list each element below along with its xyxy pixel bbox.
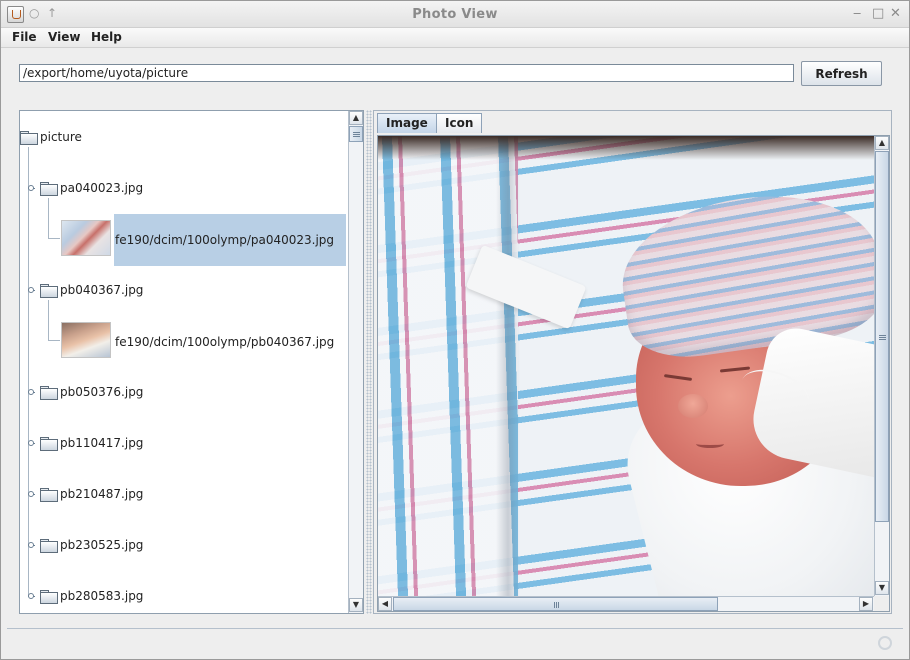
scroll-thumb[interactable] xyxy=(875,151,889,522)
tree-item-pb050376[interactable]: pb050376.jpg xyxy=(40,382,143,402)
title-bar: ○ ↑ Photo View ‒ □ ✕ xyxy=(1,1,909,28)
tree-item-pb280583[interactable]: pb280583.jpg xyxy=(40,586,143,606)
photo-nose xyxy=(678,394,708,418)
photo-thumbnail[interactable] xyxy=(61,220,111,256)
refresh-button[interactable]: Refresh xyxy=(801,61,882,86)
scrollbar-corner xyxy=(874,596,889,611)
scroll-down-icon[interactable]: ▼ xyxy=(875,581,889,595)
folder-icon xyxy=(40,284,58,298)
tree-item-label: pb040367.jpg xyxy=(60,283,144,297)
folder-icon xyxy=(40,386,58,400)
folder-icon xyxy=(40,539,58,553)
grip-line xyxy=(879,339,886,340)
tree-item-pb230525[interactable]: pb230525.jpg xyxy=(40,535,143,555)
tree-item-pb110417[interactable]: pb110417.jpg xyxy=(40,433,143,453)
scroll-up-icon[interactable]: ▲ xyxy=(875,136,889,150)
minimize-icon[interactable]: ‒ xyxy=(853,6,861,21)
menu-file[interactable]: File xyxy=(12,30,37,44)
photo-dark-edge xyxy=(378,136,874,160)
tree-guide-line xyxy=(28,147,29,597)
tree-item-label: pb050376.jpg xyxy=(60,385,144,399)
tree-vertical-scrollbar[interactable]: ▲ ▼ xyxy=(348,111,363,613)
status-separator xyxy=(7,628,903,629)
tree-leaf-pb040367[interactable]: fe190/dcim/100olymp/pb040367.jpg xyxy=(115,332,334,352)
menu-bar: File View Help xyxy=(1,28,909,48)
tree-item-label: pb230525.jpg xyxy=(60,538,144,552)
photo-view-window: ○ ↑ Photo View ‒ □ ✕ File View Help Refr… xyxy=(0,0,910,660)
image-viewport[interactable]: ▲ ▼ ◀ ▶ xyxy=(377,135,890,612)
viewer-tabbed-pane: Image Icon ▲ ▼ ◀ ▶ xyxy=(373,110,892,614)
scroll-thumb[interactable] xyxy=(349,126,363,142)
photo-preview xyxy=(378,136,874,596)
scroll-left-icon[interactable]: ◀ xyxy=(378,597,392,611)
file-tree[interactable]: picture pa040023.jpg fe190/dcim/100olymp… xyxy=(19,110,364,614)
grip-line xyxy=(353,136,360,137)
tab-image[interactable]: Image xyxy=(377,113,437,133)
tree-connector xyxy=(48,238,60,239)
expand-handle-icon[interactable] xyxy=(28,389,34,395)
folder-icon xyxy=(40,488,58,502)
expand-handle-icon[interactable] xyxy=(28,491,34,497)
grip-line xyxy=(879,335,886,336)
scroll-right-icon[interactable]: ▶ xyxy=(859,597,873,611)
photo-mouth xyxy=(696,440,724,448)
grip-line xyxy=(554,602,555,608)
window-title: Photo View xyxy=(412,7,498,22)
tree-item-label: pa040023.jpg xyxy=(60,181,144,195)
tree-item-label: pb280583.jpg xyxy=(60,589,144,603)
grip-line xyxy=(556,602,557,608)
tree-guide-line xyxy=(48,300,49,340)
tree-root-label: picture xyxy=(40,130,82,144)
grip-line xyxy=(879,337,886,338)
menu-view[interactable]: View xyxy=(48,30,80,44)
tree-guide-line xyxy=(48,198,49,238)
grip-line xyxy=(353,134,360,135)
tab-icon[interactable]: Icon xyxy=(436,113,483,133)
tree-leaf-pa040023[interactable]: fe190/dcim/100olymp/pa040023.jpg xyxy=(115,230,334,250)
folder-icon xyxy=(40,182,58,196)
tree-item-pb040367[interactable]: pb040367.jpg xyxy=(40,280,143,300)
scroll-down-icon[interactable]: ▼ xyxy=(349,598,363,612)
grip-line xyxy=(558,602,559,608)
menu-help[interactable]: Help xyxy=(91,30,122,44)
image-horizontal-scrollbar[interactable]: ◀ ▶ xyxy=(378,596,874,611)
scroll-up-icon[interactable]: ▲ xyxy=(349,111,363,125)
photo-shadow xyxy=(496,136,520,596)
photo-thumbnail[interactable] xyxy=(61,322,111,358)
folder-icon xyxy=(20,131,38,145)
folder-icon xyxy=(40,437,58,451)
tree-connector xyxy=(48,340,60,341)
image-vertical-scrollbar[interactable]: ▲ ▼ xyxy=(874,136,889,596)
split-pane-divider[interactable] xyxy=(366,110,372,614)
expand-handle-icon[interactable] xyxy=(28,185,34,191)
expand-handle-icon[interactable] xyxy=(28,542,34,548)
maximize-icon[interactable]: □ xyxy=(872,6,884,21)
tree-item-pa040023[interactable]: pa040023.jpg xyxy=(40,178,143,198)
expand-handle-icon[interactable] xyxy=(28,440,34,446)
tree-item-label: pb210487.jpg xyxy=(60,487,144,501)
close-icon[interactable]: ✕ xyxy=(890,6,901,21)
path-input[interactable] xyxy=(19,64,794,82)
expand-handle-icon[interactable] xyxy=(28,287,34,293)
tree-item-label: pb110417.jpg xyxy=(60,436,144,450)
expand-handle-icon[interactable] xyxy=(28,593,34,599)
busy-indicator-icon xyxy=(878,636,892,650)
tree-item-pb210487[interactable]: pb210487.jpg xyxy=(40,484,143,504)
tree-root[interactable]: picture xyxy=(20,127,82,147)
scroll-thumb[interactable] xyxy=(393,597,718,611)
folder-icon xyxy=(40,590,58,604)
grip-line xyxy=(353,132,360,133)
